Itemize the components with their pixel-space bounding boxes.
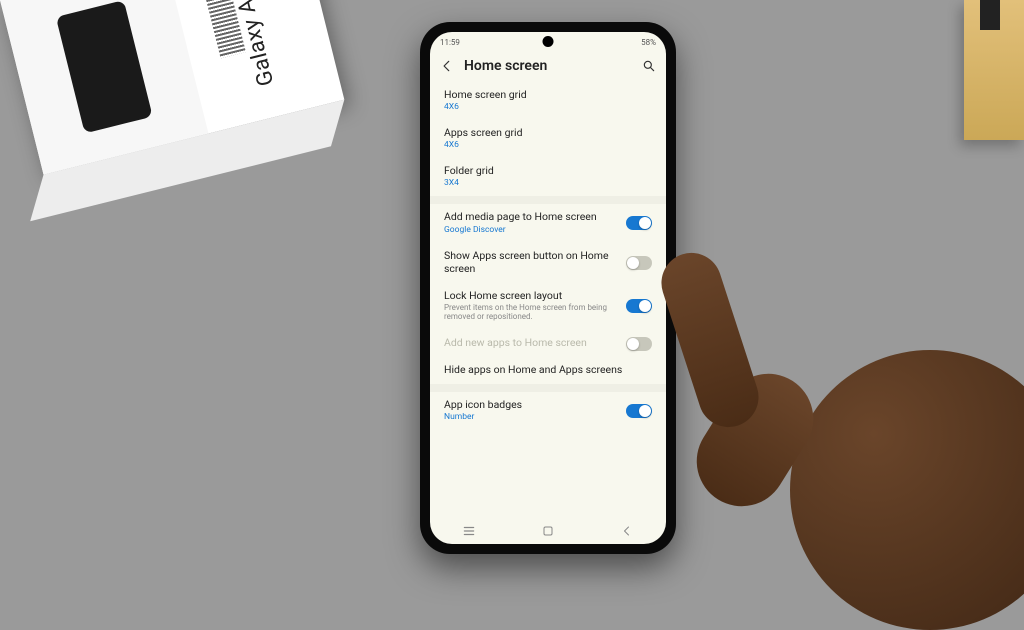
row-folder-grid[interactable]: Folder grid 3X4: [430, 158, 666, 196]
row-sub: Number: [444, 412, 614, 422]
toggle-lock-home-layout[interactable]: [626, 299, 652, 313]
user-hand: [650, 210, 1024, 590]
phone-screen: 11:59 58% Home screen Home screen grid 4…: [430, 32, 666, 544]
phone-frame: 11:59 58% Home screen Home screen grid 4…: [420, 22, 676, 554]
row-home-screen-grid[interactable]: Home screen grid 4X6: [430, 82, 666, 120]
box-phone-graphic: [56, 0, 153, 133]
row-label: Show Apps screen button on Home screen: [444, 249, 614, 275]
row-label: Apps screen grid: [444, 126, 652, 139]
row-show-apps-button[interactable]: Show Apps screen button on Home screen: [430, 243, 666, 283]
wood-block: [964, 0, 1024, 140]
group-separator: [430, 384, 666, 392]
status-battery: 58%: [641, 38, 656, 47]
toggle-add-new-apps: [626, 337, 652, 351]
status-time: 11:59: [440, 38, 460, 47]
row-value: 3X4: [444, 178, 652, 188]
row-label: Folder grid: [444, 164, 652, 177]
row-label: Lock Home screen layout: [444, 289, 614, 302]
row-add-new-apps: Add new apps to Home screen: [430, 330, 666, 357]
camera-notch: [543, 36, 554, 47]
back-icon[interactable]: [440, 59, 454, 73]
row-sub: Google Discover: [444, 225, 614, 235]
row-value: 4X6: [444, 102, 652, 112]
group-separator: [430, 196, 666, 204]
nav-back-icon[interactable]: [607, 525, 647, 537]
row-label: Hide apps on Home and Apps screens: [444, 363, 652, 376]
row-label: Add new apps to Home screen: [444, 336, 614, 349]
settings-header: Home screen: [430, 52, 666, 82]
row-label: Add media page to Home screen: [444, 210, 614, 223]
nav-recent-icon[interactable]: [449, 524, 489, 538]
product-box: Galaxy A06: [0, 0, 344, 175]
toggle-add-media-page[interactable]: [626, 216, 652, 230]
row-label: App icon badges: [444, 398, 614, 411]
row-label: Home screen grid: [444, 88, 652, 101]
row-add-media-page[interactable]: Add media page to Home screen Google Dis…: [430, 204, 666, 242]
android-navbar: [430, 518, 666, 544]
row-apps-screen-grid[interactable]: Apps screen grid 4X6: [430, 120, 666, 158]
row-app-icon-badges[interactable]: App icon badges Number: [430, 392, 666, 430]
toggle-show-apps-button[interactable]: [626, 256, 652, 270]
search-icon[interactable]: [642, 59, 656, 73]
nav-home-icon[interactable]: [528, 525, 568, 537]
row-hide-apps[interactable]: Hide apps on Home and Apps screens: [430, 357, 666, 384]
row-lock-home-layout[interactable]: Lock Home screen layout Prevent items on…: [430, 283, 666, 330]
row-value: 4X6: [444, 140, 652, 150]
toggle-app-icon-badges[interactable]: [626, 404, 652, 418]
page-title: Home screen: [464, 58, 632, 74]
row-desc: Prevent items on the Home screen from be…: [444, 303, 614, 322]
